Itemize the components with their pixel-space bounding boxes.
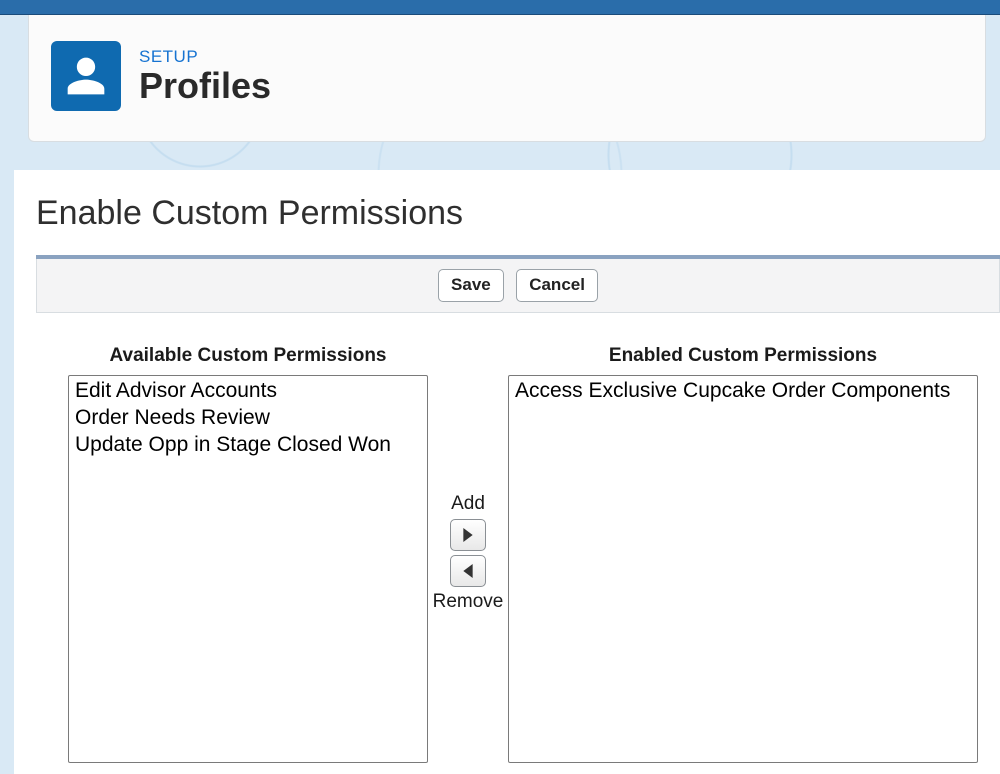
list-item[interactable]: Update Opp in Stage Closed Won [73, 432, 423, 459]
enabled-title: Enabled Custom Permissions [508, 345, 978, 367]
remove-button[interactable] [450, 555, 486, 587]
header-gap [0, 142, 1000, 170]
transfer-controls: Add Remove [428, 345, 508, 615]
dual-list-picker: Available Custom Permissions Edit Adviso… [36, 313, 978, 774]
breadcrumb-setup[interactable]: SETUP [139, 47, 271, 67]
add-label: Add [451, 493, 485, 515]
arrow-left-icon [462, 564, 474, 578]
user-icon [64, 54, 108, 98]
available-permissions-list[interactable]: Edit Advisor AccountsOrder Needs ReviewU… [68, 375, 428, 763]
remove-label: Remove [433, 591, 504, 613]
list-item[interactable]: Edit Advisor Accounts [73, 378, 423, 405]
header-background: SETUP Profiles Enable Custom Permissions… [0, 15, 1000, 774]
app-root: SETUP Profiles Enable Custom Permissions… [0, 0, 1000, 774]
enabled-permissions-list[interactable]: Access Exclusive Cupcake Order Component… [508, 375, 978, 763]
global-nav-bar [0, 0, 1000, 15]
action-toolbar: Save Cancel [36, 259, 1000, 313]
enabled-column: Enabled Custom Permissions Access Exclus… [508, 345, 978, 764]
list-item[interactable]: Order Needs Review [73, 405, 423, 432]
list-item[interactable]: Access Exclusive Cupcake Order Component… [513, 378, 973, 405]
save-button[interactable]: Save [438, 269, 504, 302]
add-button[interactable] [450, 519, 486, 551]
page-title: Profiles [139, 67, 271, 105]
available-title: Available Custom Permissions [68, 345, 428, 367]
section-heading: Enable Custom Permissions [36, 194, 978, 233]
arrow-right-icon [462, 528, 474, 542]
header-text: SETUP Profiles [139, 47, 271, 105]
profiles-icon [51, 41, 121, 111]
available-column: Available Custom Permissions Edit Adviso… [68, 345, 428, 764]
content-panel: Enable Custom Permissions Save Cancel Av… [14, 170, 1000, 774]
page-header-card: SETUP Profiles [28, 15, 986, 142]
cancel-button[interactable]: Cancel [516, 269, 598, 302]
